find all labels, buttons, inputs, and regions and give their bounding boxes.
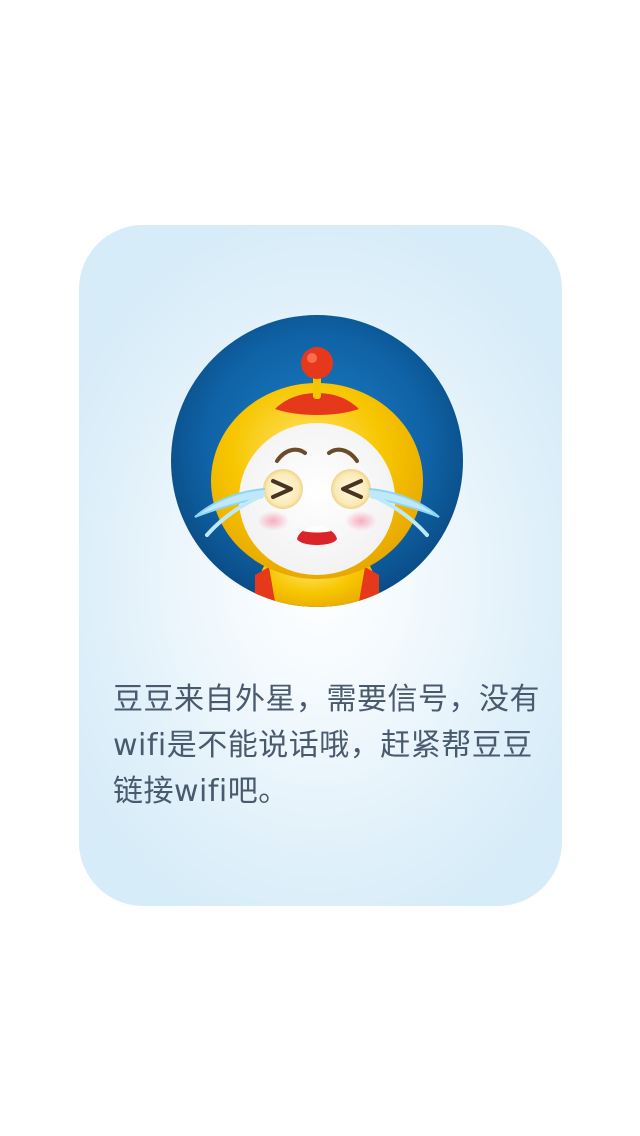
no-wifi-screen: 豆豆来自外星，需要信号，没有wifi是不能说话哦，赶紧帮豆豆链接wifi吧。 <box>0 0 640 1136</box>
no-wifi-message: 豆豆来自外星，需要信号，没有wifi是不能说话哦，赶紧帮豆豆链接wifi吧。 <box>113 682 540 809</box>
no-wifi-card: 豆豆来自外星，需要信号，没有wifi是不能说话哦，赶紧帮豆豆链接wifi吧。 <box>79 225 562 906</box>
mascot-avatar <box>169 313 465 609</box>
crying-robot-mascot-icon <box>171 315 463 607</box>
